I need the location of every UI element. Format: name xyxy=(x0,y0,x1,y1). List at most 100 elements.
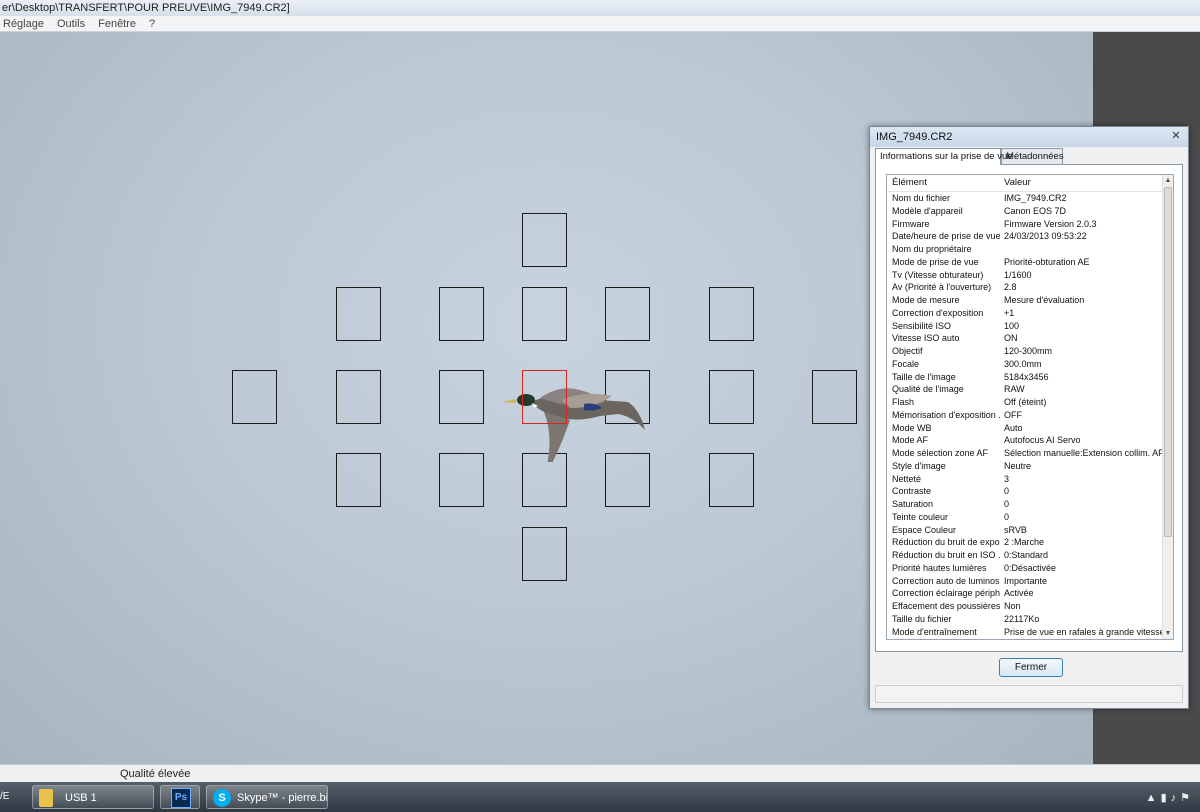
taskbar-start-fragment[interactable]: /E xyxy=(0,785,26,809)
scrollbar-thumb[interactable] xyxy=(1164,187,1172,537)
af-point xyxy=(336,370,381,424)
row-element: Mode d'entraînement xyxy=(892,626,977,637)
table-row[interactable]: Nom du fichier IMG_7949.CR2 xyxy=(887,192,1163,205)
table-row[interactable]: Objectif 120-300mm xyxy=(887,345,1163,358)
table-row[interactable]: Av (Priorité à l'ouverture) 2.8 xyxy=(887,281,1163,294)
row-value: 3 xyxy=(1004,473,1010,484)
menu-reglage[interactable]: Réglage xyxy=(3,18,44,30)
table-row[interactable]: Mode de prise de vue Priorité-obturation … xyxy=(887,256,1163,269)
table-row[interactable]: Effacement des poussières Non xyxy=(887,600,1163,613)
row-value: Mesure d'évaluation xyxy=(1004,295,1085,305)
close-button[interactable]: Fermer xyxy=(999,658,1063,677)
table-row[interactable]: Correction auto de luminosité Importante xyxy=(887,575,1163,588)
af-point xyxy=(522,213,567,267)
row-element: Mode WB xyxy=(892,422,932,433)
column-header-element[interactable]: Élément xyxy=(892,175,1000,191)
menu-fenetre[interactable]: Fenêtre xyxy=(98,18,136,30)
flag-icon[interactable]: ⚑ xyxy=(1180,792,1194,804)
row-element: Style d'image xyxy=(892,460,946,471)
tray-arrow-icon[interactable]: ▲ xyxy=(1146,792,1161,804)
table-row[interactable]: Modèle d'appareil Canon EOS 7D xyxy=(887,205,1163,218)
table-row[interactable]: Taille du fichier 22117Ko xyxy=(887,613,1163,626)
af-point xyxy=(709,287,754,341)
table-row[interactable]: Correction d'exposition +1 xyxy=(887,307,1163,320)
taskbar-item-usb[interactable]: USB 1 xyxy=(32,785,154,809)
af-point xyxy=(439,370,484,424)
menu-bar: Réglage Outils Fenêtre? xyxy=(0,16,1200,32)
taskbar-item-photoshop[interactable]: Ps xyxy=(160,785,200,809)
row-value: 100 xyxy=(1004,320,1020,331)
table-row[interactable]: Saturation 0 xyxy=(887,498,1163,511)
table-row[interactable]: Mode sélection zone AF Sélection manuelle… xyxy=(887,447,1164,460)
row-value: 300.0mm xyxy=(1004,358,1042,369)
close-icon[interactable]: ✕ xyxy=(1168,129,1184,144)
tab-shooting-info[interactable]: Informations sur la prise de vue xyxy=(875,148,1013,165)
row-value: 0 xyxy=(1004,511,1010,522)
scroll-up-icon[interactable]: ▲ xyxy=(1163,175,1173,186)
row-value: 0:Désactivée xyxy=(1004,562,1057,573)
scroll-down-icon[interactable]: ▼ xyxy=(1163,628,1173,639)
status-quality: Qualité élevée xyxy=(120,768,191,780)
table-row[interactable]: Espace Couleur sRVB xyxy=(887,524,1163,537)
row-element: Effacement des poussières xyxy=(892,601,1000,611)
table-row[interactable]: Flash Off (éteint) xyxy=(887,396,1163,409)
photoshop-icon: Ps xyxy=(171,788,191,808)
row-value: Off (éteint) xyxy=(1004,397,1047,407)
table-row[interactable]: Réduction du bruit de expo... 2 :Marche xyxy=(887,536,1163,549)
table-row[interactable]: Réduction du bruit en ISO ... 0:Standard xyxy=(887,549,1163,562)
column-header-value[interactable]: Valeur xyxy=(1004,175,1166,191)
table-row[interactable]: Priorité hautes lumières 0:Désactivée xyxy=(887,562,1163,575)
row-value: Firmware Version 2.0.3 xyxy=(1004,218,1097,229)
table-row[interactable]: Mode d'entraînement Prise de vue en rafal… xyxy=(887,626,1165,639)
row-element: Flash xyxy=(892,397,915,407)
table-row[interactable]: Qualité de l'image RAW xyxy=(887,383,1163,396)
row-value: Priorité-obturation AE xyxy=(1004,256,1090,267)
taskbar: /E USB 1 Ps S Skype™ - pierre.bi... ▲▮♪⚑ xyxy=(0,782,1200,812)
info-list[interactable]: Élément Valeur Nom du fichier IMG_7949.CR… xyxy=(886,174,1174,640)
table-row[interactable]: Date/heure de prise de vue 24/03/2013 09:… xyxy=(887,230,1163,243)
menu-help[interactable]: ? xyxy=(149,18,155,30)
table-row[interactable]: Style d'image Neutre xyxy=(887,460,1163,473)
table-row[interactable]: Mode AF Autofocus AI Servo xyxy=(887,434,1163,447)
table-row[interactable]: Netteté 3 xyxy=(887,473,1163,486)
dialog-title: IMG_7949.CR2 xyxy=(876,131,953,143)
row-element: Correction auto de luminosité xyxy=(892,575,1000,586)
row-value: 2.8 xyxy=(1004,282,1017,293)
row-value: 5184x3456 xyxy=(1004,371,1049,382)
table-row[interactable]: Firmware Firmware Version 2.0.3 xyxy=(887,218,1163,231)
volume-icon[interactable]: ♪ xyxy=(1171,792,1181,804)
table-row[interactable]: Vitesse ISO auto ON xyxy=(887,332,1163,345)
row-element: Qualité de l'image xyxy=(892,384,964,395)
network-icon[interactable]: ▮ xyxy=(1161,792,1171,804)
af-point xyxy=(605,287,650,341)
menu-outils[interactable]: Outils xyxy=(57,18,85,30)
row-element: Mode de prise de vue xyxy=(892,256,979,267)
row-value: +1 xyxy=(1004,307,1015,318)
row-value: 0 xyxy=(1004,499,1010,509)
row-element: Saturation xyxy=(892,499,934,509)
af-point xyxy=(336,453,381,507)
table-row[interactable]: Contraste 0 xyxy=(887,485,1163,498)
table-row[interactable]: Tv (Vitesse obturateur) 1/1600 xyxy=(887,269,1163,282)
table-row[interactable]: Sensibilité ISO 100 xyxy=(887,320,1163,333)
table-row[interactable]: Teinte couleur 0 xyxy=(887,511,1163,524)
row-value: 120-300mm xyxy=(1004,346,1053,356)
row-element: Mémorisation d'exposition ... xyxy=(892,409,1000,420)
taskbar-item-skype[interactable]: S Skype™ - pierre.bi... xyxy=(206,785,328,809)
table-row[interactable]: Taille de l'image 5184x3456 xyxy=(887,371,1163,384)
row-element: Nom du fichier xyxy=(892,193,951,203)
row-element: Correction éclairage périph... xyxy=(892,588,1000,599)
table-row[interactable]: Correction éclairage périph... Activée xyxy=(887,587,1163,600)
row-value: RAW xyxy=(1004,384,1025,395)
row-value: sRVB xyxy=(1004,524,1027,535)
info-rows: Nom du fichier IMG_7949.CR2 Modèle d'appar… xyxy=(887,192,1165,639)
table-row[interactable]: Focale 300.0mm xyxy=(887,358,1163,371)
table-row[interactable]: Mode WB Auto xyxy=(887,422,1163,435)
table-row[interactable]: Mémorisation d'exposition ... OFF xyxy=(887,409,1163,422)
table-row[interactable]: Nom du propriétaire xyxy=(887,243,1163,256)
system-tray[interactable]: ▲▮♪⚑ xyxy=(1146,791,1194,804)
row-value: Auto xyxy=(1004,422,1023,433)
table-row[interactable]: Mode de mesure Mesure d'évaluation xyxy=(887,294,1163,307)
list-scrollbar[interactable]: ▲ ▼ xyxy=(1162,175,1173,639)
window-title-bar: er\Desktop\TRANSFERT\POUR PREUVE\IMG_794… xyxy=(0,0,1200,16)
